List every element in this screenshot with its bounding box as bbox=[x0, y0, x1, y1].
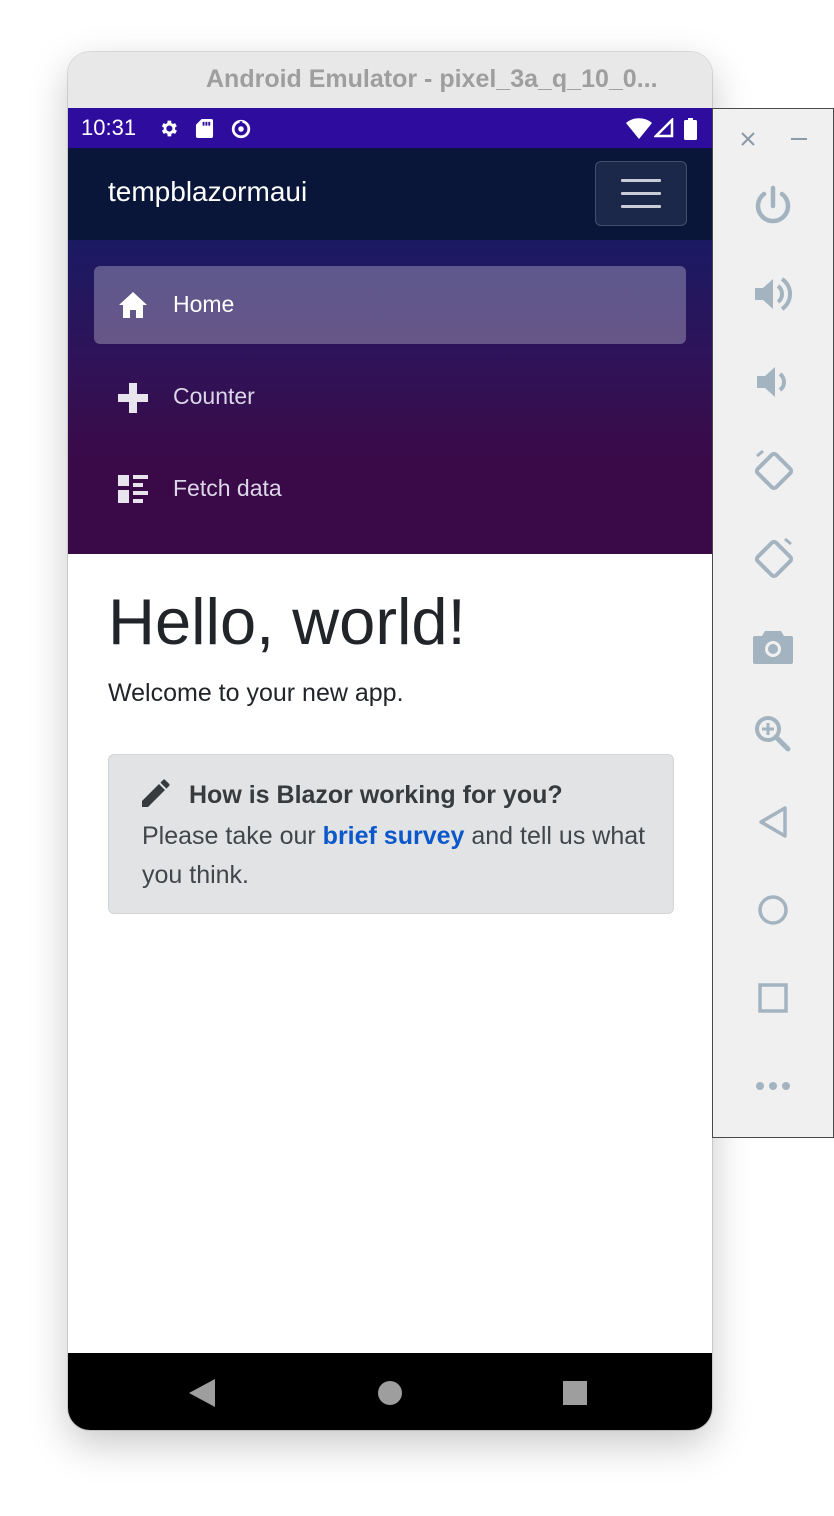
rotate-left-button[interactable] bbox=[713, 435, 833, 505]
pencil-icon bbox=[142, 779, 170, 807]
wifi-icon bbox=[626, 118, 652, 139]
app-top-bar: tempblazormaui bbox=[68, 148, 712, 240]
emulator-toolbar bbox=[712, 108, 834, 1138]
volume-up-icon bbox=[755, 277, 792, 311]
window-titlebar[interactable]: Android Emulator - pixel_3a_q_10_0... bbox=[68, 52, 712, 109]
nav-item-counter[interactable]: Counter bbox=[94, 358, 686, 436]
nav-item-fetch-data[interactable]: Fetch data bbox=[94, 450, 686, 528]
power-icon bbox=[755, 185, 791, 224]
plus-icon bbox=[118, 383, 148, 413]
screenshot-button[interactable] bbox=[713, 611, 833, 681]
back-triangle-icon[interactable] bbox=[189, 1379, 215, 1407]
app-brand[interactable]: tempblazormaui bbox=[108, 176, 307, 208]
signal-icon bbox=[654, 118, 674, 138]
overview-button[interactable] bbox=[713, 963, 833, 1033]
battery-icon bbox=[684, 118, 697, 140]
navbar-toggler-button[interactable] bbox=[595, 161, 687, 226]
back-icon bbox=[759, 806, 787, 838]
hamburger-icon-bar bbox=[621, 205, 661, 208]
status-time: 10:31 bbox=[81, 115, 137, 140]
welcome-text: Welcome to your new app. bbox=[108, 679, 404, 707]
nav-menu: Home Counter Fetch data bbox=[68, 240, 712, 554]
home-button[interactable] bbox=[713, 875, 833, 945]
zoom-button[interactable] bbox=[713, 699, 833, 769]
survey-text-before: Please take our bbox=[142, 822, 323, 850]
more-icon bbox=[756, 1082, 790, 1090]
survey-text: Please take our brief survey and tell us… bbox=[142, 817, 662, 895]
home-icon bbox=[119, 292, 147, 318]
more-button[interactable] bbox=[713, 1051, 833, 1121]
rotate-left-icon bbox=[754, 449, 794, 491]
page-title: Hello, world! bbox=[108, 585, 466, 658]
survey-link[interactable]: brief survey bbox=[323, 822, 465, 850]
hamburger-icon bbox=[621, 179, 661, 182]
minimize-icon[interactable] bbox=[791, 137, 807, 141]
volume-down-button[interactable] bbox=[713, 347, 833, 417]
camera-icon bbox=[753, 631, 793, 664]
power-button[interactable] bbox=[713, 171, 833, 241]
survey-prompt: How is Blazor working for you? Please ta… bbox=[108, 754, 674, 914]
recents-square-icon[interactable] bbox=[563, 1381, 587, 1405]
home-circle-icon bbox=[758, 895, 788, 925]
home-dot-icon[interactable] bbox=[377, 1380, 403, 1406]
window-title: Android Emulator - pixel_3a_q_10_0... bbox=[206, 65, 658, 93]
list-rich-icon bbox=[118, 475, 148, 503]
hamburger-icon-bar bbox=[621, 192, 661, 195]
nav-item-home[interactable]: Home bbox=[94, 266, 686, 344]
overview-icon bbox=[758, 983, 788, 1013]
main-content: Hello, world! Welcome to your new app. H… bbox=[68, 554, 712, 1353]
settings-icon bbox=[161, 120, 177, 137]
android-navigation-bar bbox=[68, 1353, 712, 1430]
close-icon[interactable] bbox=[740, 131, 756, 147]
data-saver-icon bbox=[231, 119, 251, 139]
rotate-right-button[interactable] bbox=[713, 523, 833, 593]
volume-down-icon bbox=[757, 367, 786, 397]
survey-question: How is Blazor working for you? bbox=[189, 781, 563, 809]
emulator-window: Android Emulator - pixel_3a_q_10_0... 10… bbox=[68, 52, 712, 1430]
nav-item-label: Home bbox=[173, 291, 235, 317]
sd-card-icon bbox=[195, 119, 214, 138]
back-button[interactable] bbox=[713, 787, 833, 857]
zoom-icon bbox=[755, 716, 791, 752]
nav-item-label: Fetch data bbox=[173, 475, 282, 501]
nav-item-label: Counter bbox=[173, 383, 255, 409]
rotate-right-icon bbox=[754, 537, 794, 579]
volume-up-button[interactable] bbox=[713, 259, 833, 329]
android-status-bar: 10:31 bbox=[68, 108, 712, 148]
